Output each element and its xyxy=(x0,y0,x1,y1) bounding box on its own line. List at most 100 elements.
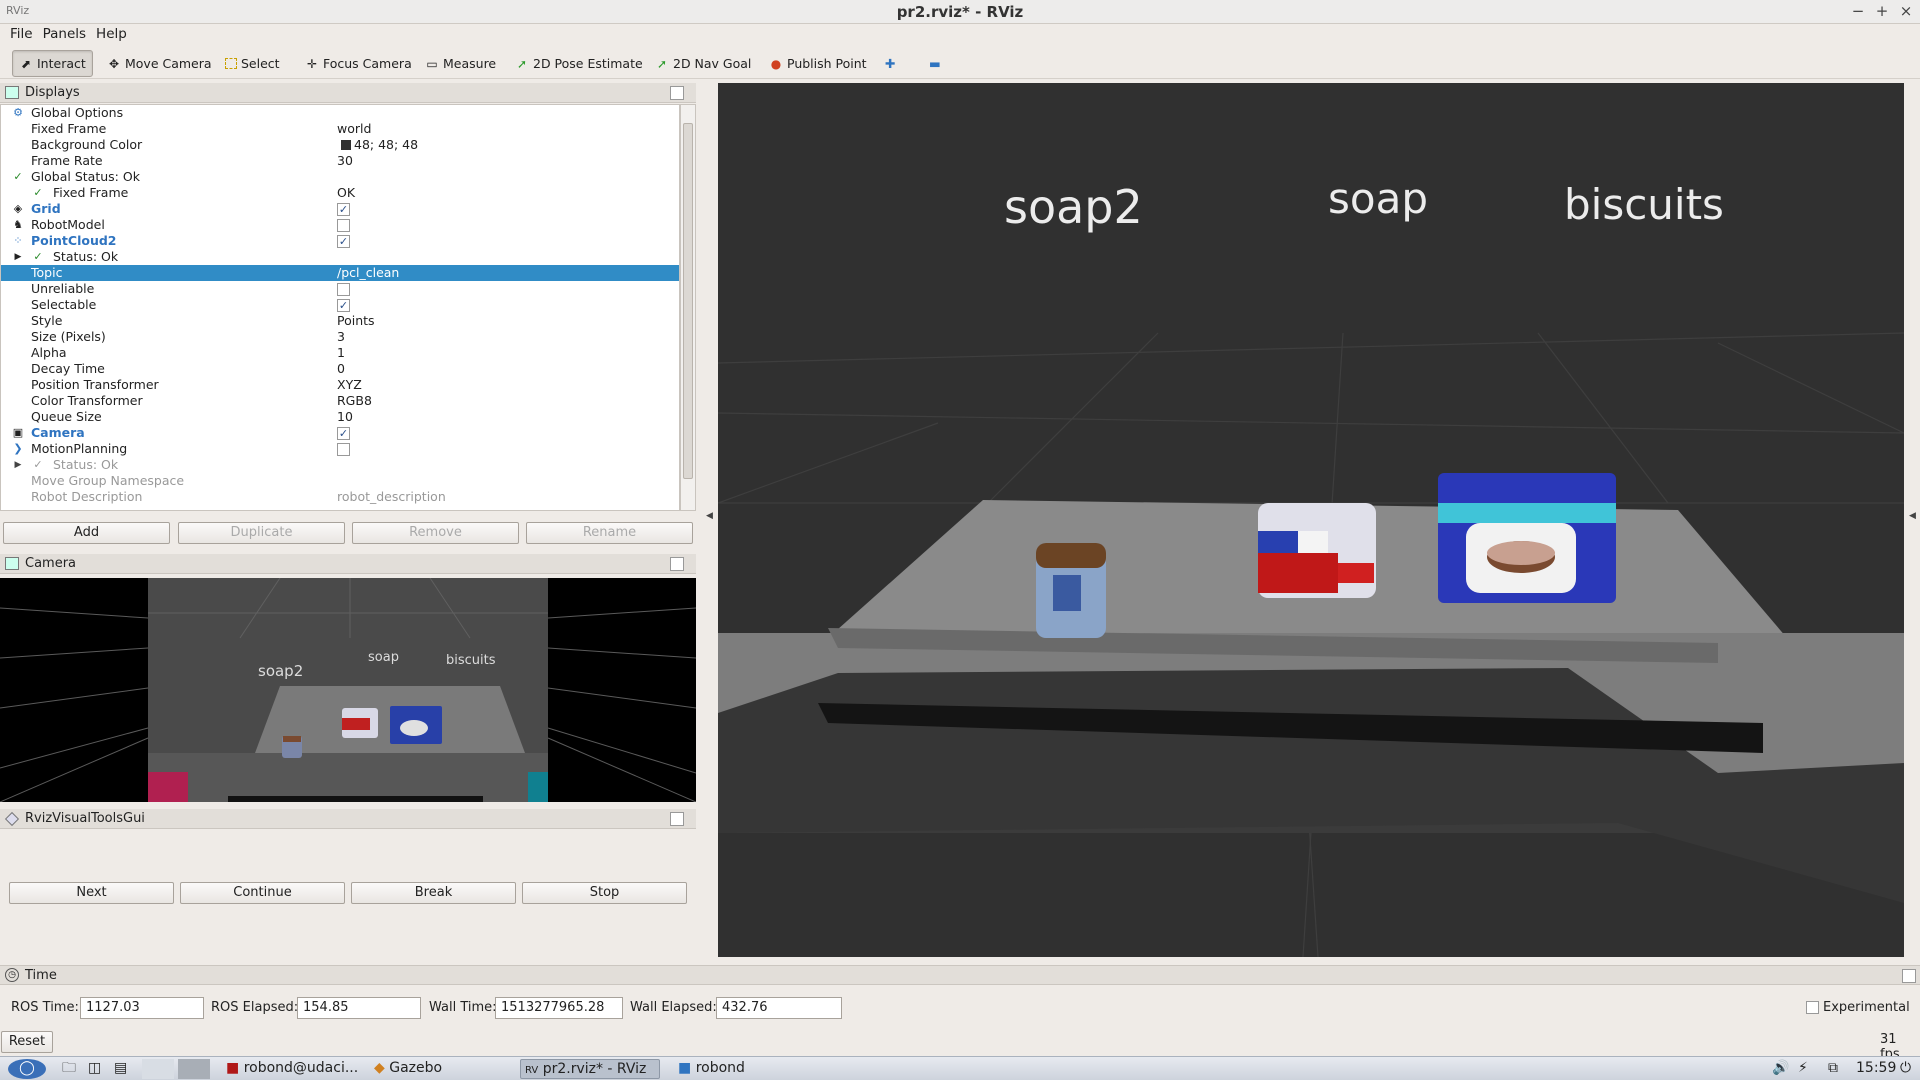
tree-row-robotmodel[interactable]: ♞ RobotModel xyxy=(1,217,679,233)
tool-move-camera[interactable]: ✥ Move Camera xyxy=(100,50,219,77)
tree-row[interactable]: Size (Pixels) 3 xyxy=(1,329,679,345)
close-icon[interactable]: × xyxy=(1896,2,1916,20)
tree-row[interactable]: Decay Time 0 xyxy=(1,361,679,377)
tree-row[interactable]: Position Transformer XYZ xyxy=(1,377,679,393)
main-3d-view[interactable]: soap2 soap biscuits xyxy=(718,83,1904,957)
displays-scrollbar[interactable] xyxy=(680,104,696,511)
desktop-pager-2[interactable] xyxy=(178,1059,210,1079)
taskbar-gazebo[interactable]: ◆ Gazebo xyxy=(370,1059,446,1079)
remove-tool-icon[interactable]: ▬ xyxy=(922,50,948,77)
tree-row[interactable]: ✓ Global Status: Ok xyxy=(1,169,679,185)
tool-publish-point[interactable]: ● Publish Point xyxy=(762,50,874,77)
panel-float-toggle[interactable] xyxy=(1902,969,1916,983)
tree-row[interactable]: Queue Size 10 xyxy=(1,409,679,425)
tree-row-motionplanning[interactable]: ❯ MotionPlanning xyxy=(1,441,679,457)
scene-label-soap2: soap2 xyxy=(1004,180,1143,234)
remove-display-button[interactable]: Remove xyxy=(352,522,519,544)
tree-row[interactable]: Background Color 48; 48; 48 xyxy=(1,137,679,153)
tool-select[interactable]: Select xyxy=(218,50,287,77)
tool-2d-nav-goal[interactable]: ➚ 2D Nav Goal xyxy=(648,50,758,77)
power-status-icon[interactable]: ⚡ xyxy=(1794,1059,1812,1079)
tree-row[interactable]: Color Transformer RGB8 xyxy=(1,393,679,409)
tree-row[interactable]: Frame Rate 30 xyxy=(1,153,679,169)
wall-elapsed-field[interactable]: 432.76 xyxy=(716,997,842,1019)
tool-interact[interactable]: ⬈ Interact xyxy=(12,50,93,77)
tree-row[interactable]: ▶ ✓ Status: Ok xyxy=(1,249,679,265)
robotmodel-enabled-checkbox[interactable] xyxy=(337,219,350,232)
desktop-pager-1[interactable] xyxy=(142,1059,174,1079)
browser-icon[interactable]: ◫ xyxy=(84,1059,105,1079)
camera-enabled-checkbox[interactable]: ✓ xyxy=(337,427,350,440)
stop-button[interactable]: Stop xyxy=(522,882,687,904)
camera-view[interactable]: soap2 soap biscuits xyxy=(0,578,696,802)
selectable-checkbox[interactable]: ✓ xyxy=(337,299,350,312)
panel-float-toggle[interactable] xyxy=(670,812,684,826)
network-icon[interactable]: ⧉ xyxy=(1824,1059,1842,1079)
pointcloud-enabled-checkbox[interactable]: ✓ xyxy=(337,235,350,248)
unreliable-checkbox[interactable] xyxy=(337,283,350,296)
break-button[interactable]: Break xyxy=(351,882,516,904)
tree-row[interactable]: Unreliable xyxy=(1,281,679,297)
tree-row-pointcloud2[interactable]: ⁘ PointCloud2 ✓ xyxy=(1,233,679,249)
tree-row[interactable]: Fixed Frame world xyxy=(1,121,679,137)
taskbar-rviz[interactable]: RV pr2.rviz* - RViz xyxy=(520,1059,660,1079)
tree-row[interactable]: ⚙ Global Options xyxy=(1,105,679,121)
menu-panels[interactable]: Panels xyxy=(38,24,91,44)
wall-elapsed-label: Wall Elapsed: xyxy=(630,1000,717,1015)
panel-float-toggle[interactable] xyxy=(670,557,684,571)
tool-2d-pose-estimate[interactable]: ➚ 2D Pose Estimate xyxy=(508,50,650,77)
tree-row[interactable]: Move Group Namespace xyxy=(1,473,679,489)
volume-icon[interactable]: 🔊 xyxy=(1768,1059,1793,1079)
minimize-icon[interactable]: − xyxy=(1848,2,1868,20)
experimental-checkbox[interactable] xyxy=(1806,1001,1819,1014)
expand-arrow-icon[interactable]: ▶ xyxy=(11,249,25,265)
taskbar-robond-folder[interactable]: ■ robond xyxy=(674,1059,749,1079)
scrollbar-thumb[interactable] xyxy=(683,123,693,479)
taskbar-terminal[interactable]: ■ robond@udaci... xyxy=(222,1059,362,1079)
duplicate-display-button[interactable]: Duplicate xyxy=(178,522,345,544)
file-manager-icon[interactable]: 🗀 xyxy=(58,1059,80,1079)
wall-time-label: Wall Time: xyxy=(429,1000,497,1015)
motion-planning-icon: ❯ xyxy=(13,442,23,455)
tool-measure[interactable]: ▭ Measure xyxy=(418,50,503,77)
expand-arrow-icon[interactable]: ▶ xyxy=(11,457,25,473)
window-icon[interactable]: ▤ xyxy=(110,1059,131,1079)
tree-row[interactable]: Style Points xyxy=(1,313,679,329)
menu-help[interactable]: Help xyxy=(91,24,132,44)
tree-row[interactable]: ✓ Fixed Frame OK xyxy=(1,185,679,201)
next-button[interactable]: Next xyxy=(9,882,174,904)
tool-focus-camera[interactable]: ✛ Focus Camera xyxy=(298,50,419,77)
ros-time-field[interactable]: 1127.03 xyxy=(80,997,204,1019)
grid-icon: ◈ xyxy=(13,202,23,215)
wall-time-field[interactable]: 1513277965.28 xyxy=(495,997,623,1019)
menu-file[interactable]: File xyxy=(5,24,38,44)
add-tool-icon[interactable]: ✚ xyxy=(878,50,902,77)
tree-row[interactable]: ▶ ✓ Status: Ok xyxy=(1,457,679,473)
right-dock-collapse[interactable]: ◀ xyxy=(1906,83,1920,957)
shutdown-icon[interactable]: ⏻ xyxy=(1896,1059,1915,1079)
tree-row[interactable]: Alpha 1 xyxy=(1,345,679,361)
grid-enabled-checkbox[interactable]: ✓ xyxy=(337,203,350,216)
camera-label-biscuits: biscuits xyxy=(446,653,496,668)
ros-elapsed-field[interactable]: 154.85 xyxy=(297,997,421,1019)
continue-button[interactable]: Continue xyxy=(180,882,345,904)
panel-float-toggle[interactable] xyxy=(670,86,684,100)
left-dock-collapse[interactable]: ◀ xyxy=(704,83,716,957)
tree-row[interactable]: Selectable ✓ xyxy=(1,297,679,313)
ruler-icon: ▭ xyxy=(426,57,438,71)
select-box-icon xyxy=(225,58,237,69)
tree-row-grid[interactable]: ◈ Grid ✓ xyxy=(1,201,679,217)
check-icon: ✓ xyxy=(13,170,23,183)
add-display-button[interactable]: Add xyxy=(3,522,170,544)
motionplanning-enabled-checkbox[interactable] xyxy=(337,443,350,456)
start-menu-icon[interactable]: ◯ xyxy=(8,1059,46,1079)
maximize-icon[interactable]: + xyxy=(1872,2,1892,20)
tree-row-topic[interactable]: Topic/pcl_clean xyxy=(1,265,679,281)
rename-display-button[interactable]: Rename xyxy=(526,522,693,544)
collapse-right-icon: ◀ xyxy=(1909,511,1916,521)
ros-time-label: ROS Time: xyxy=(11,1000,79,1015)
camera-icon: ▣ xyxy=(12,426,24,439)
tree-row[interactable]: Robot Description robot_description xyxy=(1,489,679,505)
reset-button[interactable]: Reset xyxy=(1,1031,53,1053)
tree-row-camera[interactable]: ▣ Camera ✓ xyxy=(1,425,679,441)
